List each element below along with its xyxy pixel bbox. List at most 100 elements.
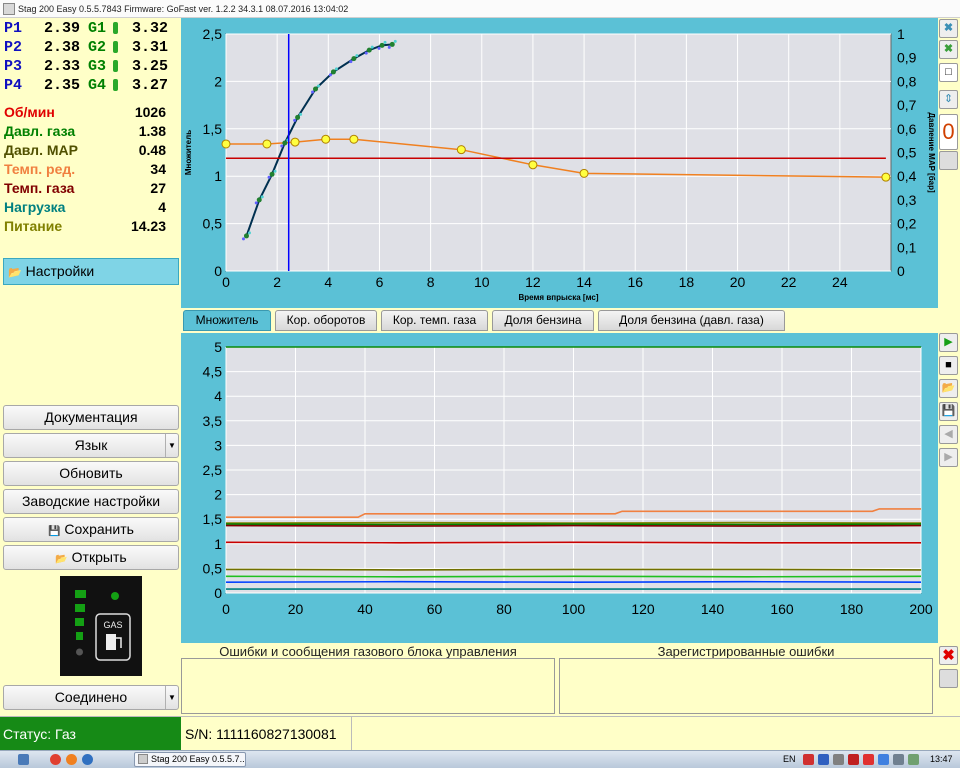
firefox-icon[interactable] [66, 754, 77, 765]
multiplier-point [295, 114, 301, 120]
y-tick-label: 2 [214, 487, 222, 503]
trace-line-8 [225, 580, 922, 584]
play-icon[interactable]: ▶ [939, 333, 958, 352]
taskbar: Stag 200 Easy 0.5.5.7... EN 13:47 [0, 750, 960, 768]
tab-2[interactable]: Кор. темп. газа [381, 310, 488, 331]
tray-icon[interactable] [878, 754, 889, 765]
y-axis-label: Множитель [184, 130, 193, 175]
live-chart-panel: 0 20 40 60 80 100 120 140 160 180 200 0 0,5 1 1,5 2 2,5 3… [181, 333, 938, 643]
y-tick-label: 1,5 [203, 121, 223, 137]
browser-icon[interactable] [82, 754, 93, 765]
stop-icon[interactable]: ■ [939, 356, 958, 375]
multiplier-point [366, 47, 372, 53]
factory-settings-button[interactable]: Заводские настройки [3, 489, 179, 514]
x-tick-label: 0 [222, 274, 230, 290]
parameter-row: Нагрузка 4 [4, 198, 176, 216]
chevron-down-icon[interactable]: ▼ [165, 686, 178, 709]
tray-icon[interactable] [803, 754, 814, 765]
registered-errors-title: Зарегистрированные ошибки [657, 644, 835, 659]
documentation-button[interactable]: Документация [3, 405, 179, 430]
blank-square-icon[interactable] [939, 151, 958, 170]
gas-level-bar [76, 632, 83, 640]
taskbar-app-button[interactable]: Stag 200 Easy 0.5.5.7... [134, 752, 246, 767]
app-icon [138, 754, 148, 764]
tab-1[interactable]: Кор. оборотов [275, 310, 377, 331]
window-title: Stag 200 Easy 0.5.5.7843 Firmware: GoFas… [18, 4, 349, 14]
sample-point [267, 175, 271, 179]
sample-point [293, 118, 297, 122]
blank-square-icon[interactable] [939, 669, 958, 688]
parameter-label: Об/мин [4, 104, 55, 120]
tab-4[interactable]: Доля бензина (давл. газа) [598, 310, 785, 331]
y2-tick-label: 0,8 [897, 73, 917, 89]
compress-icon[interactable]: ⇕ [939, 90, 958, 109]
refresh-label: Обновить [59, 465, 123, 481]
tray-icon[interactable] [848, 754, 859, 765]
x-tick-label: 10 [474, 274, 490, 290]
error-panel: Ошибки и сообщения газового блока управл… [181, 643, 938, 716]
parameter-value: 4 [158, 199, 166, 215]
settings-label: Настройки [25, 263, 95, 279]
refresh-button[interactable]: Обновить [3, 461, 179, 486]
registered-errors-list[interactable] [559, 658, 933, 714]
x-tick-label: 18 [679, 274, 695, 290]
open-button[interactable]: 📂 Открыть [3, 545, 179, 570]
volume-icon[interactable] [893, 754, 904, 765]
save-icon[interactable]: 💾 [939, 402, 958, 421]
x-tick-label: 4 [324, 274, 332, 290]
open-label: Открыть [71, 549, 127, 565]
injector-row: P3 2.33 G3 3.25 [4, 58, 176, 76]
chrome-icon[interactable] [50, 754, 61, 765]
parameter-row: Темп. газа 27 [4, 179, 176, 197]
sample-point [393, 39, 397, 43]
parameter-value: 1026 [134, 104, 166, 120]
plot-area [225, 33, 892, 272]
injector-icon [113, 41, 118, 53]
y2-tick-label: 1 [897, 26, 905, 42]
map-point [881, 172, 891, 182]
window-icon[interactable]: □ [939, 63, 958, 82]
arrow-right-icon[interactable]: ▶ [939, 448, 958, 467]
parameter-row: Давл. газа 1.38 [4, 122, 176, 140]
sample-point [311, 90, 315, 94]
connection-label: Соединено [54, 689, 128, 705]
start-icon[interactable] [18, 754, 29, 765]
close-green-icon[interactable]: ✖ [939, 40, 958, 59]
save-button[interactable]: 💾 Сохранить [3, 517, 179, 542]
tray-icon[interactable] [863, 754, 874, 765]
settings-button[interactable]: 📂 Настройки [3, 258, 179, 285]
parameter-value: 27 [150, 180, 166, 196]
y-tick-label: 0,5 [203, 216, 223, 232]
tab-0[interactable]: Множитель [183, 310, 271, 331]
y-tick-label: 0,5 [203, 560, 223, 576]
tab-3[interactable]: Доля бензина [492, 310, 594, 331]
folder-open-icon[interactable]: 📂 [939, 379, 958, 398]
tray-icon[interactable] [818, 754, 829, 765]
network-icon[interactable] [908, 754, 919, 765]
x-tick-label: 2 [273, 274, 281, 290]
x-tick-label: 0 [222, 601, 230, 617]
gas-injector-value: 3.31 [132, 39, 169, 56]
parameter-value: 1.38 [138, 123, 166, 139]
multiplier-point [282, 140, 288, 146]
errors-list[interactable] [181, 658, 555, 714]
save-icon: 💾 [48, 526, 61, 537]
chevron-down-icon[interactable]: ▼ [165, 434, 178, 457]
y2-tick-label: 0,5 [897, 145, 917, 161]
map-point [579, 168, 589, 178]
arrow-left-icon[interactable]: ◀ [939, 425, 958, 444]
close-blue-icon[interactable]: ✖ [939, 19, 958, 38]
tray-icon[interactable] [833, 754, 844, 765]
parameter-label: Нагрузка [4, 199, 66, 215]
map-point [528, 160, 538, 170]
connection-dropdown[interactable]: Соединено ▼ [3, 685, 179, 710]
petrol-injector-value: 2.38 [44, 39, 81, 56]
language-dropdown[interactable]: Язык ▼ [3, 433, 179, 458]
language-indicator[interactable]: EN [783, 754, 796, 764]
multiplier-chart[interactable]: 0 2 4 6 8 10 12 14 16 18 20 22 2400,511,522,500,10,2… [181, 18, 938, 308]
close-red-icon[interactable]: ✖ [939, 646, 958, 665]
x-tick-label: 24 [832, 274, 848, 290]
trace-line-2 [225, 521, 922, 524]
live-chart[interactable]: 0 20 40 60 80 100 120 140 160 180 200 0 0,5 1 1,5 2 2,5 3… [181, 333, 938, 643]
map-point [321, 134, 331, 144]
